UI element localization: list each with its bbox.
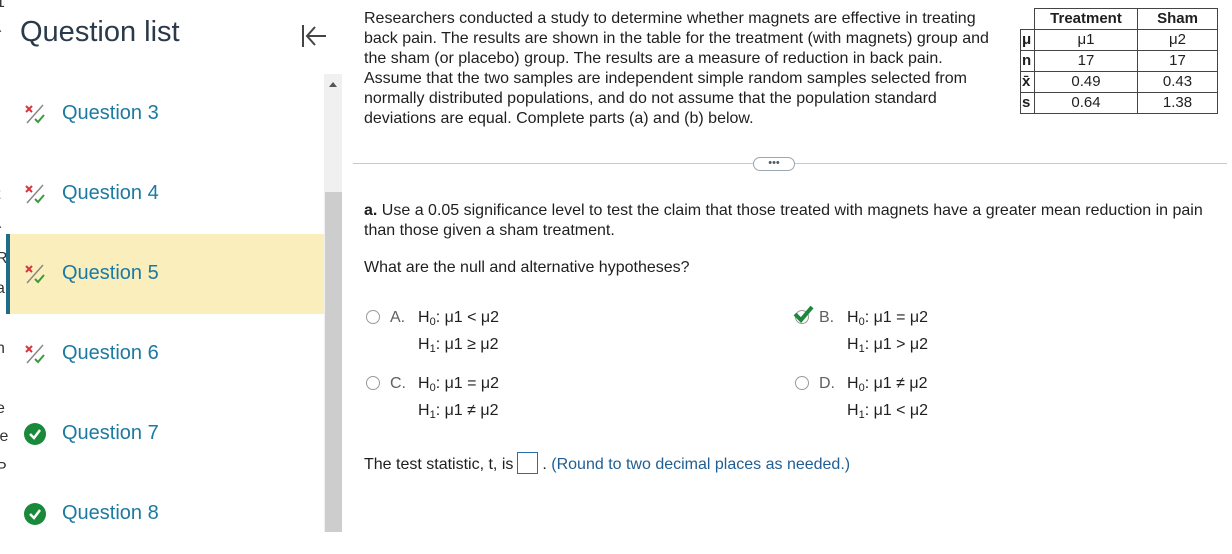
question-item-6[interactable]: Question 6: [10, 314, 324, 394]
null-hypothesis: H0: μ1 = μ2: [847, 308, 1047, 335]
correct-check-icon: [791, 303, 815, 325]
row-label: μ: [1021, 30, 1035, 51]
question-label: Question 7: [62, 422, 159, 445]
question-item-3[interactable]: Question 3: [10, 74, 324, 154]
partial-credit-icon: [24, 103, 46, 125]
table-cell: 17: [1035, 51, 1138, 72]
question-item-8[interactable]: Question 8: [10, 474, 324, 554]
option-hypotheses: H0: μ1 ≠ μ2 H1: μ1 < μ2: [847, 374, 1047, 428]
table-cell: 0.43: [1138, 72, 1218, 93]
table-row: n 17 17: [1021, 51, 1218, 72]
active-indicator: [6, 234, 10, 314]
table-header: Sham: [1138, 9, 1218, 30]
option-letter: B.: [819, 308, 834, 328]
table-cell: 0.64: [1035, 93, 1138, 114]
collapse-panel-button[interactable]: [300, 22, 328, 50]
part-a-prefix: a.: [364, 202, 377, 219]
row-label: x̄: [1021, 72, 1035, 93]
edge-text: r: [0, 222, 1, 240]
edge-text: le: [0, 428, 8, 446]
option-letter: C.: [390, 374, 406, 394]
row-label: n: [1021, 51, 1035, 72]
option-letter: A.: [390, 308, 405, 328]
alternative-hypothesis: H1: μ1 ≠ μ2: [418, 401, 618, 428]
data-table: Treatment Sham μ μ1 μ2 n 17 17 x̄ 0.49 0…: [1020, 8, 1218, 114]
test-statistic-row: The test statistic, t, is. (Round to two…: [364, 452, 850, 475]
partial-credit-icon: [24, 343, 46, 365]
collapse-left-icon: [300, 22, 328, 50]
edge-text: 1: [0, 0, 5, 12]
null-hypothesis: H0: μ1 ≠ μ2: [847, 374, 1047, 401]
table-corner: [1021, 9, 1035, 30]
question-content: Researchers conducted a study to determi…: [364, 0, 1232, 532]
table-row: μ μ1 μ2: [1021, 30, 1218, 51]
question-label: Question 4: [62, 182, 159, 205]
option-letter: D.: [819, 374, 835, 394]
question-item-4[interactable]: Question 4: [10, 154, 324, 234]
table-row: x̄ 0.49 0.43: [1021, 72, 1218, 93]
question-intro: Researchers conducted a study to determi…: [364, 9, 1000, 129]
edge-text: a: [0, 280, 5, 298]
edge-text: e: [0, 400, 5, 418]
edge-text: P: [0, 460, 7, 478]
expand-more-button[interactable]: •••: [753, 157, 795, 171]
row-label: s: [1021, 93, 1035, 114]
rounding-note: (Round to two decimal places as needed.): [551, 456, 850, 473]
part-a-text: a. Use a 0.05 significance level to test…: [364, 201, 1214, 241]
question-label: Question 5: [62, 262, 159, 285]
radio-button[interactable]: [366, 376, 380, 390]
edge-text: r: [0, 26, 1, 44]
question-list-panel: Question list Question 3 Question 4: [10, 0, 324, 532]
question-item-5[interactable]: Question 5: [10, 234, 324, 314]
table-header: Treatment: [1035, 9, 1138, 30]
null-hypothesis: H0: μ1 < μ2: [418, 308, 618, 335]
question-label: Question 3: [62, 102, 159, 125]
alternative-hypothesis: H1: μ1 < μ2: [847, 401, 1047, 428]
null-hypothesis: H0: μ1 = μ2: [418, 374, 618, 401]
test-statistic-prefix: The test statistic, t, is: [364, 456, 513, 473]
table-cell: μ1: [1035, 30, 1138, 51]
alternative-hypothesis: H1: μ1 ≥ μ2: [418, 335, 618, 362]
test-statistic-input[interactable]: [517, 452, 538, 474]
table-cell: 0.49: [1035, 72, 1138, 93]
question-prompt: What are the null and alternative hypoth…: [364, 258, 690, 278]
question-label: Question 6: [62, 342, 159, 365]
table-cell: 17: [1138, 51, 1218, 72]
scrollbar-thumb[interactable]: [325, 192, 342, 532]
question-label: Question 8: [62, 502, 159, 525]
scroll-up-arrow-icon[interactable]: [324, 78, 342, 90]
check-circle-icon: [24, 503, 46, 525]
table-cell: 1.38: [1138, 93, 1218, 114]
panel-title: Question list: [20, 16, 180, 49]
alternative-hypothesis: H1: μ1 > μ2: [847, 335, 1047, 362]
part-a-body: Use a 0.05 significance level to test th…: [364, 202, 1203, 239]
radio-button[interactable]: [366, 310, 380, 324]
table-cell: μ2: [1138, 30, 1218, 51]
option-hypotheses: H0: μ1 = μ2 H1: μ1 > μ2: [847, 308, 1047, 362]
radio-button[interactable]: [795, 376, 809, 390]
partial-credit-icon: [24, 183, 46, 205]
question-item-7[interactable]: Question 7: [10, 394, 324, 474]
option-hypotheses: H0: μ1 = μ2 H1: μ1 ≠ μ2: [418, 374, 618, 428]
option-hypotheses: H0: μ1 < μ2 H1: μ1 ≥ μ2: [418, 308, 618, 362]
partial-credit-icon: [24, 263, 46, 285]
edge-text: h: [0, 340, 5, 358]
check-circle-icon: [24, 423, 46, 445]
table-row: s 0.64 1.38: [1021, 93, 1218, 114]
